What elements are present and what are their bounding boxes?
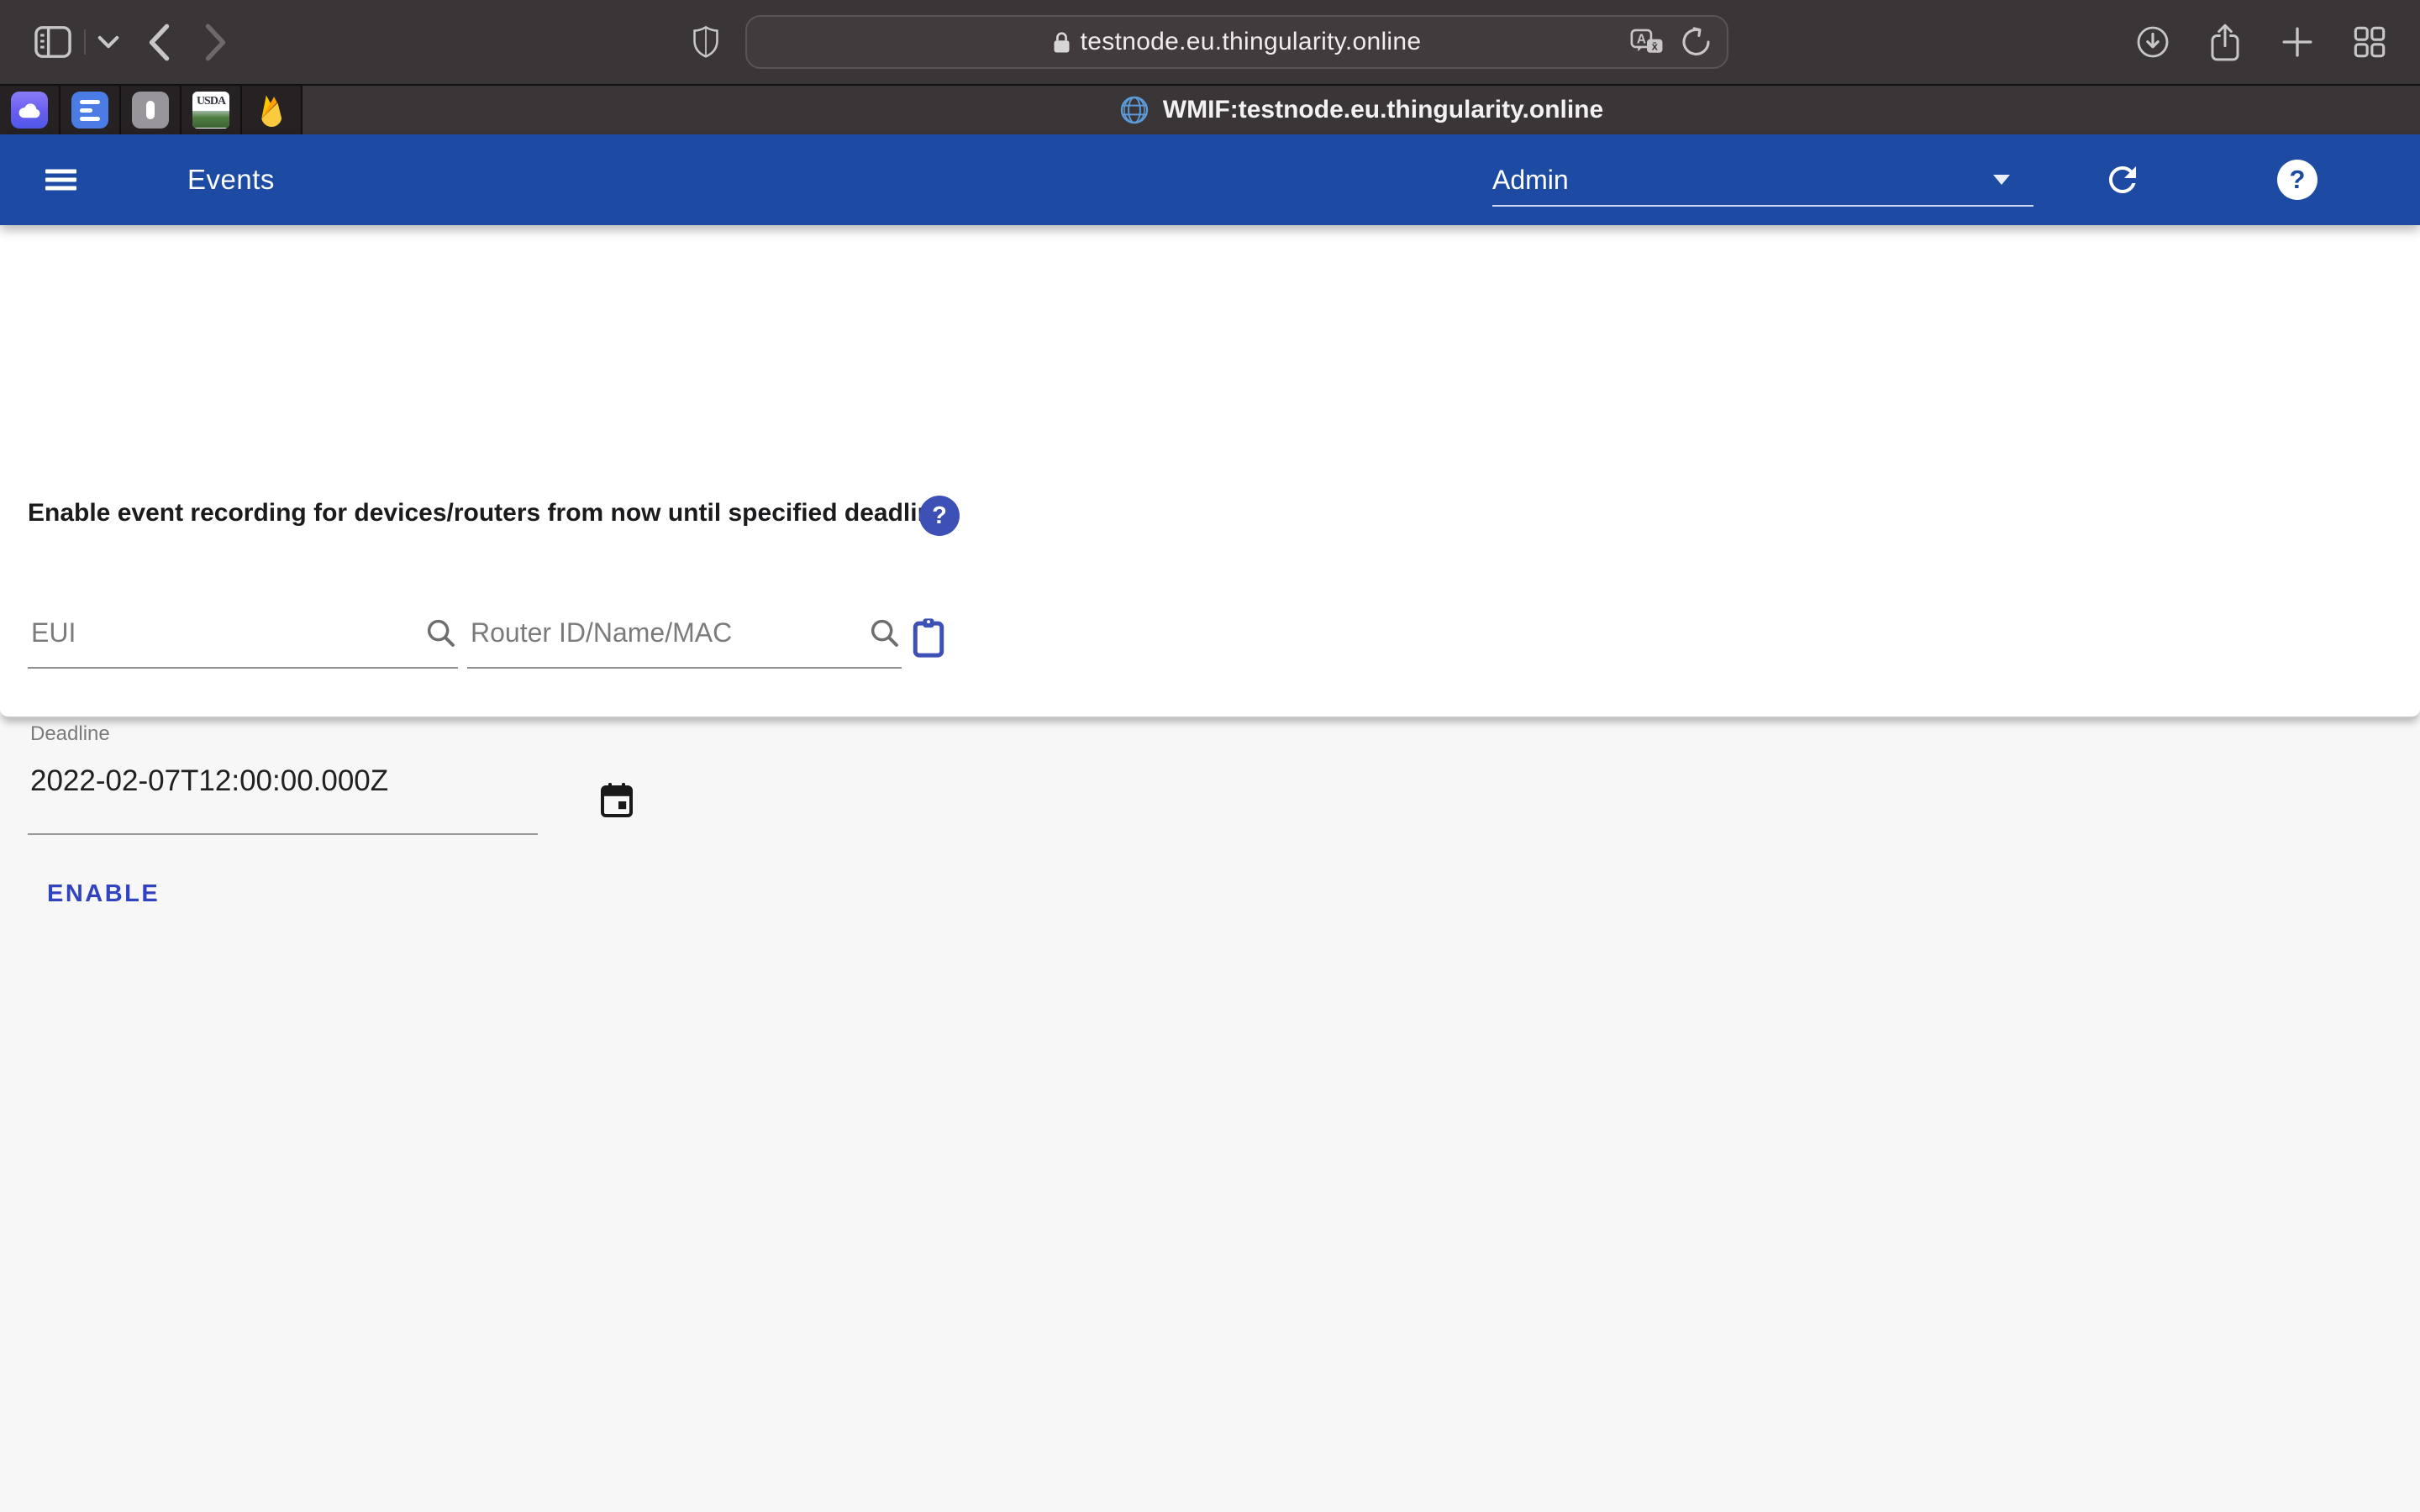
deadline-input[interactable] — [28, 764, 538, 835]
docs-app-icon — [71, 92, 108, 129]
lock-icon[interactable] — [1053, 31, 1071, 54]
address-bar-actions: Ax̄ — [1630, 17, 1712, 67]
usda-label: USDA — [197, 92, 225, 111]
pinned-tab-docs[interactable] — [60, 86, 121, 134]
url-text: testnode.eu.thingularity.online — [1081, 28, 1422, 56]
cloud-app-icon — [11, 92, 48, 129]
heading-help-icon[interactable]: ? — [919, 496, 960, 536]
back-icon[interactable] — [148, 24, 171, 61]
info-app-icon — [132, 92, 169, 129]
usda-site-icon: USDA — [192, 92, 229, 129]
search-icon[interactable] — [868, 617, 902, 650]
usda-field-image — [192, 111, 229, 128]
pinned-tab-usda[interactable]: USDA — [182, 86, 242, 134]
chevron-down-icon[interactable] — [97, 35, 119, 50]
search-icon[interactable] — [424, 617, 458, 650]
downloads-icon[interactable] — [2136, 25, 2170, 59]
sidebar-toggle-icon[interactable] — [34, 24, 72, 60]
url-group: testnode.eu.thingularity.online — [1053, 28, 1422, 56]
help-icon[interactable]: ? — [2277, 160, 2317, 200]
navigation-cluster — [34, 24, 227, 61]
tab-bar: USDA WMIF:testnode.eu.thingularity.onlin… — [0, 84, 2420, 134]
calendar-icon[interactable] — [597, 780, 637, 820]
deadline-field: Deadline — [28, 722, 538, 835]
tab-title: WMIF:testnode.eu.thingularity.online — [1163, 96, 1603, 124]
forward-icon[interactable] — [204, 24, 227, 61]
router-field — [467, 603, 902, 669]
eui-field — [28, 603, 458, 669]
address-cluster: testnode.eu.thingularity.online Ax̄ — [692, 0, 1728, 84]
menu-icon[interactable] — [45, 170, 76, 191]
content-card: Enable event recording for devices/route… — [0, 225, 2420, 718]
paste-clipboard-icon[interactable] — [909, 617, 948, 659]
active-tab[interactable]: WMIF:testnode.eu.thingularity.online — [302, 86, 2420, 134]
firebase-icon — [253, 92, 290, 129]
help-circle: ? — [2277, 160, 2317, 200]
new-tab-icon[interactable] — [2281, 25, 2314, 59]
tab-overview-icon[interactable] — [2353, 25, 2386, 59]
browser-toolbar: testnode.eu.thingularity.online Ax̄ — [0, 0, 2420, 84]
pinned-tab-firebase[interactable] — [242, 86, 302, 134]
enable-button[interactable]: ENABLE — [27, 869, 180, 920]
address-bar[interactable]: testnode.eu.thingularity.online Ax̄ — [745, 15, 1728, 69]
select-caret-icon — [1993, 175, 2010, 185]
toolbar-actions — [2136, 23, 2386, 62]
toolbar-divider — [84, 29, 86, 55]
refresh-icon[interactable] — [2102, 160, 2143, 200]
reload-icon[interactable] — [1681, 27, 1712, 58]
deadline-label: Deadline — [28, 722, 538, 746]
app-bar: Events Admin ? — [0, 134, 2420, 225]
role-select[interactable]: Admin — [1492, 155, 2033, 207]
svg-text:A: A — [1637, 32, 1646, 46]
translate-icon[interactable]: Ax̄ — [1630, 27, 1664, 58]
share-icon[interactable] — [2208, 23, 2242, 62]
pinned-tab-info[interactable] — [121, 86, 182, 134]
role-select-value: Admin — [1492, 165, 1569, 196]
safari-window: testnode.eu.thingularity.online Ax̄ — [0, 0, 2420, 718]
svg-text:x̄: x̄ — [1652, 39, 1659, 52]
globe-favicon — [1119, 95, 1150, 125]
eui-input[interactable] — [28, 617, 424, 654]
page-title: Events — [187, 164, 275, 196]
privacy-shield-icon[interactable] — [692, 23, 720, 61]
pinned-tab-cloud[interactable] — [0, 86, 60, 134]
router-input[interactable] — [467, 617, 868, 654]
section-heading: Enable event recording for devices/route… — [28, 499, 955, 528]
